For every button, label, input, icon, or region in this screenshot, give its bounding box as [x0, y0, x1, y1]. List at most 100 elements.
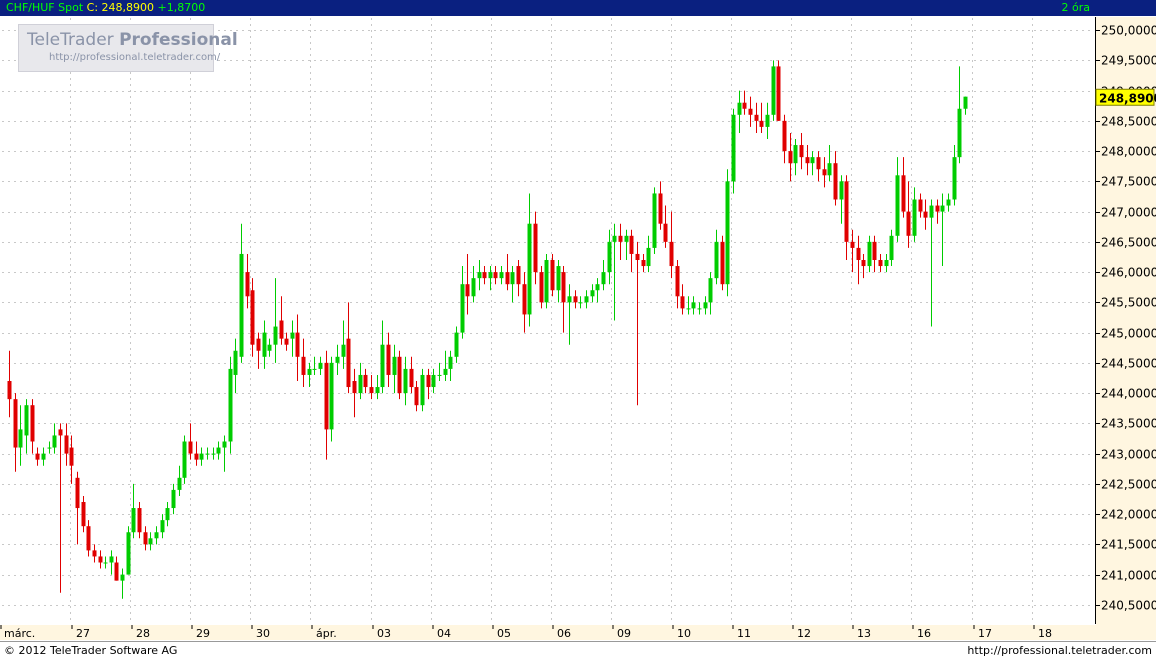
- candle-body: [182, 441, 187, 478]
- candle: [160, 514, 165, 539]
- candle-body: [872, 241, 877, 260]
- candle: [143, 526, 148, 551]
- candle: [624, 229, 629, 260]
- candle-body: [782, 120, 787, 152]
- candle: [369, 374, 374, 400]
- candle: [114, 556, 119, 581]
- candle: [454, 326, 459, 363]
- candle-body: [448, 356, 453, 369]
- candle-body: [827, 163, 832, 176]
- y-tick-label: 246,5000: [1101, 236, 1156, 250]
- candle-body: [754, 114, 759, 121]
- candle-body: [567, 296, 572, 303]
- x-tick-label: 27: [76, 627, 90, 640]
- candle: [329, 356, 334, 442]
- candle-body: [216, 447, 221, 454]
- candle: [895, 157, 900, 242]
- candle-body: [533, 223, 538, 273]
- candle: [177, 465, 182, 496]
- candle-body: [720, 241, 725, 285]
- candle: [346, 302, 351, 394]
- candle: [352, 368, 357, 418]
- candle-body: [460, 284, 465, 333]
- candle-body: [573, 296, 578, 303]
- candle-body: [13, 399, 18, 448]
- candle-body: [392, 356, 397, 375]
- candle: [273, 278, 278, 363]
- y-tick-label: 248,5000: [1101, 115, 1156, 129]
- candle-body: [160, 520, 165, 533]
- candle-body: [403, 368, 408, 394]
- candle: [493, 266, 498, 285]
- candle-body: [957, 108, 962, 158]
- y-tick-label: 250,0000: [1101, 24, 1156, 38]
- x-tick-label: 12: [797, 627, 811, 640]
- candle: [194, 441, 199, 466]
- candle: [731, 108, 736, 194]
- candle-body: [929, 205, 934, 218]
- x-tick-label: 13: [857, 627, 871, 640]
- candle: [539, 266, 544, 309]
- candle-body: [228, 368, 233, 442]
- candle: [279, 296, 284, 345]
- candle: [41, 447, 46, 466]
- candle: [81, 495, 86, 533]
- y-tick-label: 243,5000: [1101, 417, 1156, 431]
- x-tick-labels: márc. 27 28 29 30 ápr. 03 04 05 06 09 10 11 12 13 16 17 1…: [0, 625, 1052, 640]
- candle-body: [675, 266, 680, 297]
- candle-body: [420, 374, 425, 406]
- candle-body: [477, 272, 482, 279]
- candle-body: [527, 223, 532, 315]
- y-tick-label: 240,5000: [1101, 599, 1156, 613]
- x-tick-label: 16: [917, 627, 931, 640]
- candle: [629, 229, 634, 273]
- candle: [24, 399, 29, 454]
- candle: [420, 368, 425, 412]
- candle: [262, 320, 267, 369]
- y-tick-label: 242,0000: [1101, 508, 1156, 522]
- candle: [375, 374, 380, 400]
- candle-body: [131, 508, 136, 533]
- candle-body: [86, 526, 91, 551]
- candle-body: [279, 320, 284, 339]
- candle-body: [30, 405, 35, 442]
- candle: [245, 253, 250, 309]
- y-tick-labels: 240,5000 241,0000 241,5000 242,0000 242,5000…: [1095, 24, 1156, 613]
- candle: [35, 447, 40, 466]
- candle-body: [895, 175, 900, 236]
- candle-body: [81, 502, 86, 527]
- footer-url[interactable]: http://professional.teletrader.com: [967, 644, 1152, 657]
- candle: [714, 229, 719, 285]
- candle-body: [850, 241, 855, 248]
- candle-body: [578, 302, 583, 304]
- candle-body: [703, 302, 708, 309]
- candle: [567, 284, 572, 345]
- candle: [889, 229, 894, 267]
- x-tick-label: 29: [196, 627, 210, 640]
- candle-body: [98, 556, 103, 563]
- price-chart[interactable]: 240,5000 241,0000 241,5000 242,0000 242,5000…: [0, 0, 1156, 640]
- candle-body: [109, 556, 114, 563]
- candle: [460, 266, 465, 339]
- candle-body: [878, 260, 883, 267]
- candle-body: [963, 96, 968, 109]
- candle-body: [346, 338, 351, 388]
- candle-body: [267, 344, 272, 351]
- candle-body: [307, 368, 312, 375]
- candle-body: [544, 260, 549, 303]
- candle-body: [194, 453, 199, 460]
- candle: [765, 102, 770, 139]
- candle-body: [245, 272, 250, 297]
- candle: [211, 447, 216, 460]
- candle-body: [375, 387, 380, 394]
- candle-body: [239, 253, 244, 357]
- candle: [884, 253, 889, 273]
- candle: [318, 356, 323, 375]
- logo-brand: TeleTrader Professional: [27, 30, 238, 50]
- candle: [69, 435, 74, 484]
- y-tick-label: 241,0000: [1101, 569, 1156, 583]
- candle-body: [380, 344, 385, 388]
- candle-body: [691, 302, 696, 309]
- y-tick-label: 248,0000: [1101, 145, 1156, 159]
- candle-body: [58, 429, 63, 436]
